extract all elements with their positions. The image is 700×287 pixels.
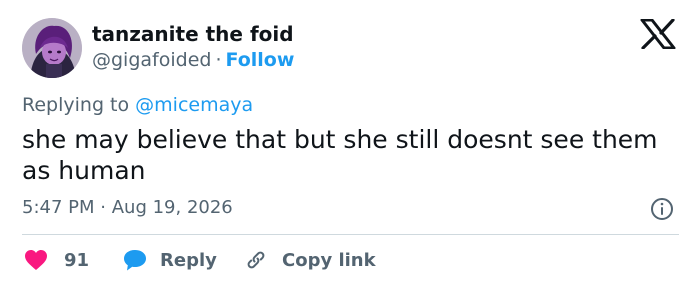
divider (22, 234, 679, 235)
date-separator: · (100, 197, 106, 218)
copy-link-button[interactable]: Copy link (244, 246, 376, 274)
avatar-image (22, 18, 82, 78)
reply-label: Reply (160, 249, 217, 271)
replying-prefix: Replying to (22, 94, 130, 116)
like-count: 91 (64, 249, 90, 271)
author-name[interactable]: tanzanite the foid (92, 22, 294, 46)
info-icon[interactable] (650, 197, 674, 221)
tweet-time: 5:47 PM (22, 197, 95, 218)
tweet-timestamp[interactable]: 5:47 PM · Aug 19, 2026 (22, 197, 233, 218)
replying-to-mention[interactable]: @micemaya (135, 94, 253, 116)
link-icon (247, 251, 265, 269)
tweet-text: she may believe that but she still doesn… (22, 125, 658, 185)
follow-button[interactable]: Follow (226, 49, 295, 71)
handle-separator: · (215, 49, 222, 71)
reply-button[interactable]: Reply (122, 246, 217, 274)
tweet-card: tanzanite the foid @gigafoided · Follow Re… (0, 0, 700, 287)
copy-link-label: Copy link (282, 249, 376, 271)
like-button[interactable]: 91 (24, 246, 89, 274)
avatar[interactable] (22, 18, 82, 78)
heart-icon (25, 250, 47, 270)
tweet-date: Aug 19, 2026 (111, 197, 233, 218)
x-logo-icon[interactable] (640, 19, 676, 49)
replying-to-line: Replying to @micemaya (22, 94, 253, 116)
author-handle[interactable]: @gigafoided (92, 49, 211, 71)
speech-bubble-icon (124, 250, 146, 271)
handle-line: @gigafoided · Follow (92, 49, 294, 71)
